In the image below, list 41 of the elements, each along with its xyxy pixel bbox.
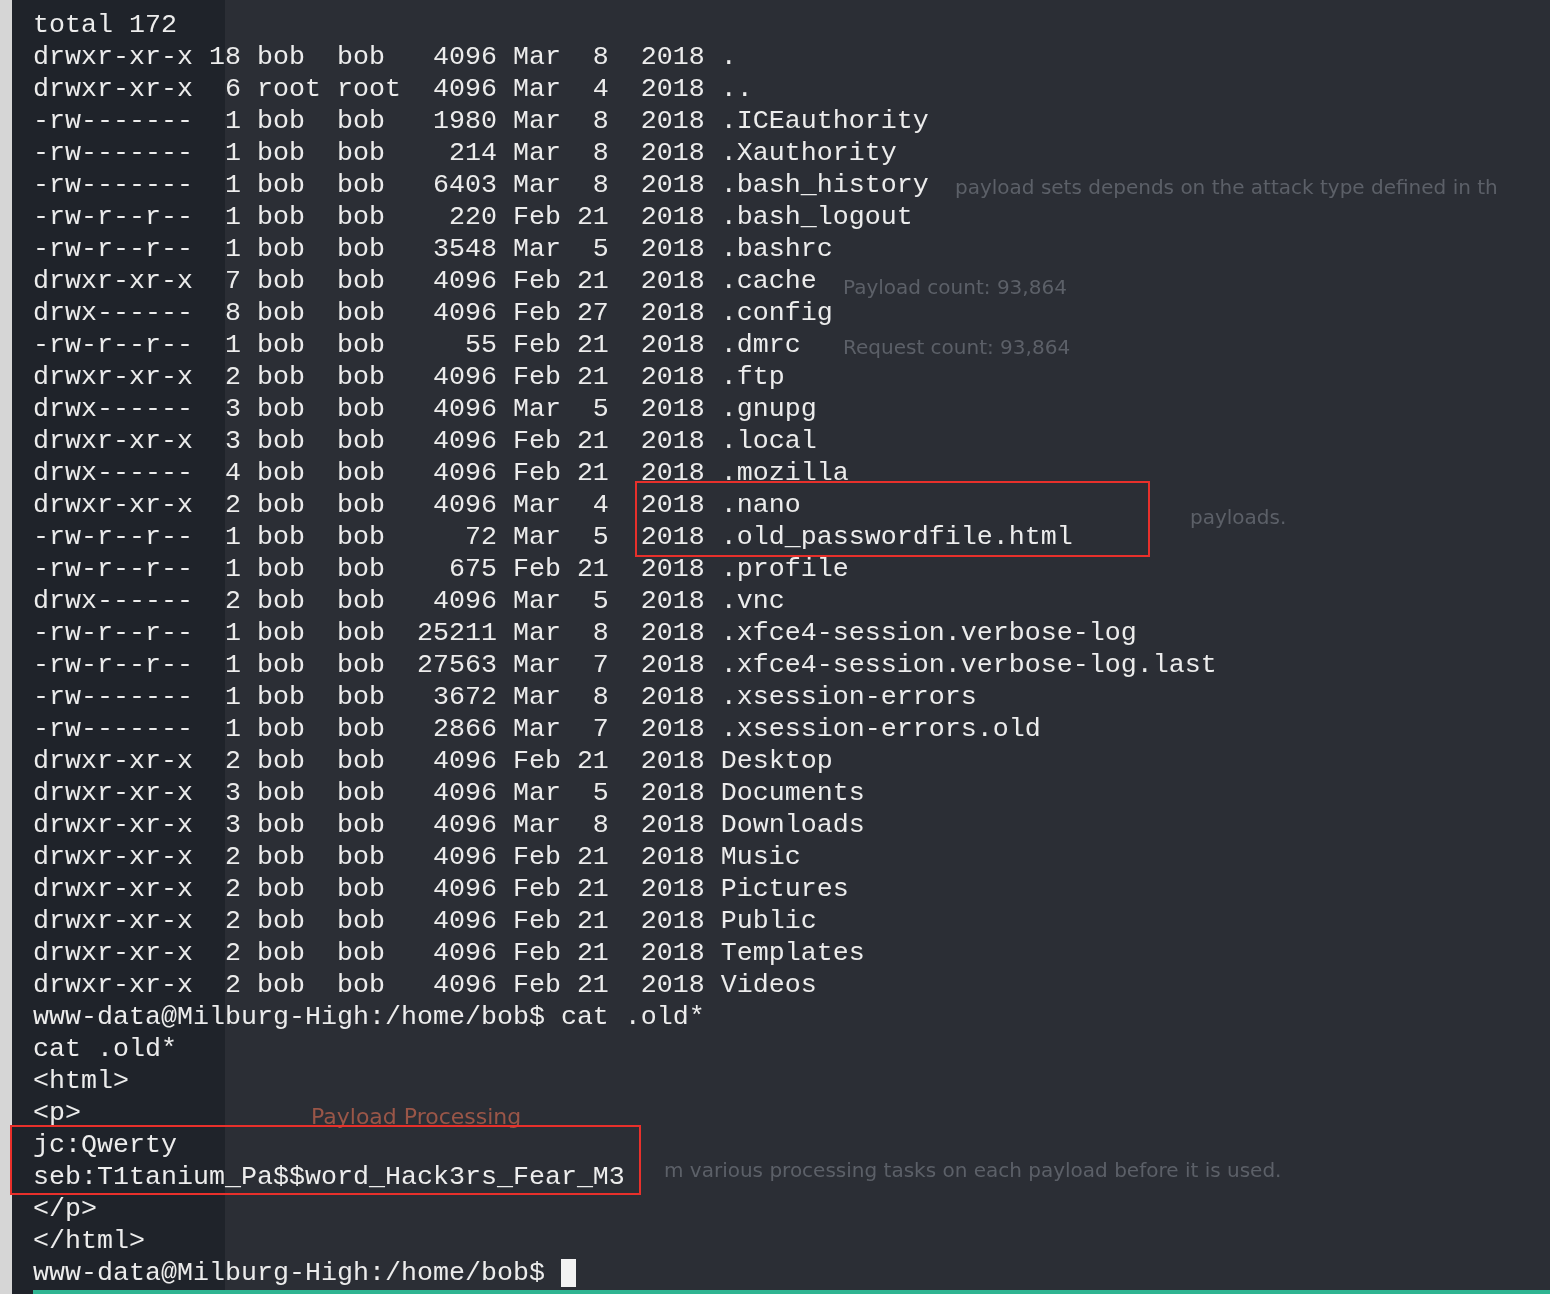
terminal-line: drwx------ 3 bob bob 4096 Mar 5 2018 .gnupg (33, 393, 817, 425)
terminal-line: drwx------ 2 bob bob 4096 Mar 5 2018 .vnc (33, 585, 785, 617)
terminal-line: drwxr-xr-x 2 bob bob 4096 Feb 21 2018 Pictures (33, 873, 849, 905)
terminal-line: -rw-r--r-- 1 bob bob 675 Feb 21 2018 .profile (33, 553, 849, 585)
terminal-line: -rw-r--r-- 1 bob bob 55 Feb 21 2018 .dmrc (33, 329, 801, 361)
terminal-line: drwxr-xr-x 2 bob bob 4096 Feb 21 2018 Music (33, 841, 801, 873)
terminal-line: jc:Qwerty (33, 1129, 177, 1161)
terminal-line: -rw------- 1 bob bob 3672 Mar 8 2018 .xsession-errors (33, 681, 977, 713)
terminal-line: -rw------- 1 bob bob 2866 Mar 7 2018 .xsession-errors.old (33, 713, 1041, 745)
terminal-line: drwxr-xr-x 3 bob bob 4096 Mar 5 2018 Documents (33, 777, 865, 809)
terminal-line: drwxr-xr-x 2 bob bob 4096 Feb 21 2018 .ftp (33, 361, 785, 393)
terminal-line: -rw-r--r-- 1 bob bob 27563 Mar 7 2018 .xfce4-session.verbose-log.last (33, 649, 1217, 681)
terminal-line: www-data@Milburg-High:/home/bob$ (33, 1257, 546, 1289)
terminal-line: cat .old* (33, 1033, 177, 1065)
terminal-line: -rw-r--r-- 1 bob bob 220 Feb 21 2018 .bash_logout (33, 201, 913, 233)
terminal-line: drwx------ 8 bob bob 4096 Feb 27 2018 .config (33, 297, 833, 329)
terminal-line: drwxr-xr-x 2 bob bob 4096 Feb 21 2018 Desktop (33, 745, 833, 777)
terminal-line: drwxr-xr-x 2 bob bob 4096 Feb 21 2018 Templates (33, 937, 865, 969)
terminal-line: drwxr-xr-x 18 bob bob 4096 Mar 8 2018 . (33, 41, 737, 73)
terminal-line: drwxr-xr-x 2 bob bob 4096 Feb 21 2018 Public (33, 905, 817, 937)
terminal-line: seb:T1tanium_Pa$$word_Hack3rs_Fear_M3 (33, 1161, 625, 1193)
terminal-line: <html> (33, 1065, 129, 1097)
terminal-line: </p> (33, 1193, 97, 1225)
terminal-line: -rw------- 1 bob bob 6403 Mar 8 2018 .bash_history (33, 169, 929, 201)
terminal-line: -rw-r--r-- 1 bob bob 3548 Mar 5 2018 .bashrc (33, 233, 833, 265)
terminal-line: drwxr-xr-x 3 bob bob 4096 Mar 8 2018 Downloads (33, 809, 865, 841)
terminal-line: drwxr-xr-x 7 bob bob 4096 Feb 21 2018 .cache (33, 265, 817, 297)
terminal-line: total 172 (33, 9, 177, 41)
terminal-line: www-data@Milburg-High:/home/bob$ cat .old* (33, 1001, 705, 1033)
terminal-line: -rw------- 1 bob bob 1980 Mar 8 2018 .ICEauthority (33, 105, 929, 137)
terminal-line: -rw------- 1 bob bob 214 Mar 8 2018 .Xauthority (33, 137, 897, 169)
terminal-line: drwxr-xr-x 2 bob bob 4096 Mar 4 2018 .nano (33, 489, 801, 521)
terminal-line: </html> (33, 1225, 145, 1257)
terminal-line: drwxr-xr-x 6 root root 4096 Mar 4 2018 .. (33, 73, 753, 105)
section-heading: Payload Processing (311, 1103, 522, 1131)
terminal-line: drwx------ 4 bob bob 4096 Feb 21 2018 .mozilla (33, 457, 849, 489)
terminal-line: <p> (33, 1097, 81, 1129)
terminal-line: -rw-r--r-- 1 bob bob 72 Mar 5 2018 .old_passwordfile.html (33, 521, 1073, 553)
terminal-line: -rw-r--r-- 1 bob bob 25211 Mar 8 2018 .xfce4-session.verbose-log (33, 617, 1137, 649)
terminal-line: drwxr-xr-x 2 bob bob 4096 Feb 21 2018 Videos (33, 969, 817, 1001)
terminal-line: drwxr-xr-x 3 bob bob 4096 Feb 21 2018 .local (33, 425, 817, 457)
